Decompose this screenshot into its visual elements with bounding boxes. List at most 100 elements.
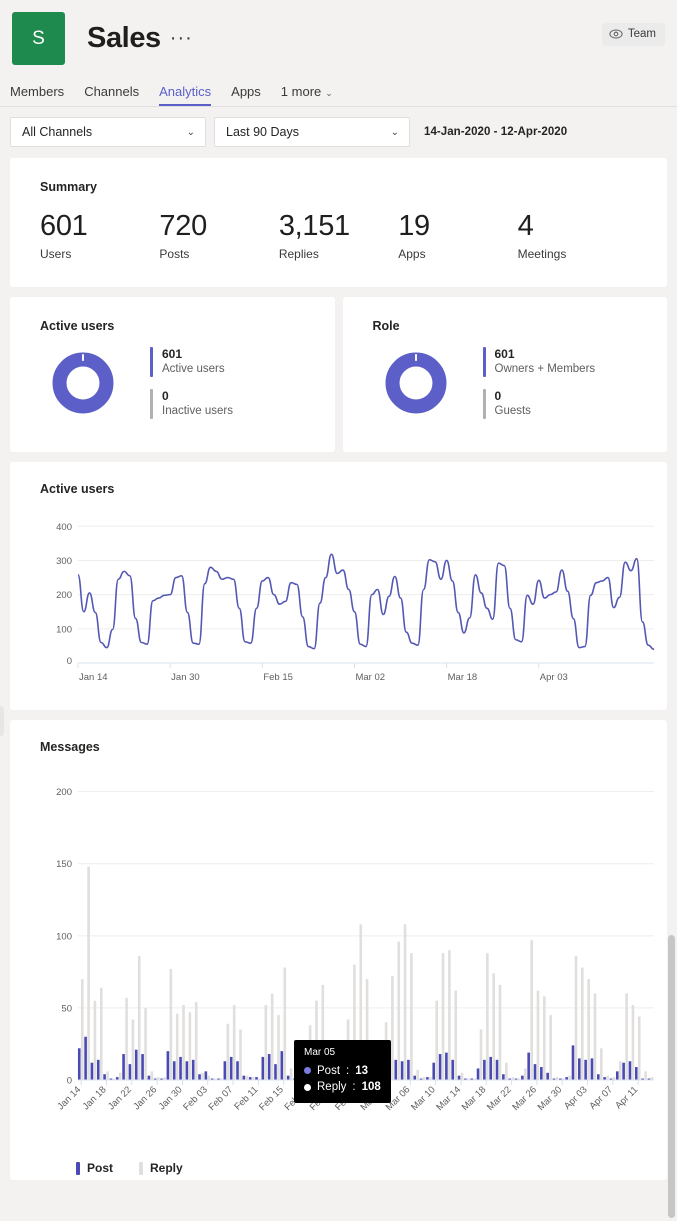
legend-value: 601 (494, 347, 515, 362)
svg-text:200: 200 (56, 788, 72, 799)
date-filter-dropdown[interactable]: Last 90 Days ⌄ (214, 117, 410, 147)
donut-chart-icon (385, 352, 447, 414)
left-rail-indicator (0, 706, 4, 736)
svg-text:Mar 18: Mar 18 (448, 672, 478, 683)
summary-metric-posts: 720 Posts (159, 211, 278, 262)
metric-label: Users (40, 247, 72, 262)
summary-metric-replies: 3,151 Replies (278, 210, 398, 262)
chevron-down-icon: ⌄ (325, 88, 333, 98)
metric-value: 3,151 (278, 210, 350, 242)
legend-value: 601 (162, 347, 183, 362)
svg-text:Mar 26: Mar 26 (510, 1085, 539, 1114)
legend-item-post[interactable]: Post (76, 1161, 113, 1175)
svg-text:Mar 02: Mar 02 (358, 1085, 387, 1114)
svg-text:50: 50 (61, 1004, 72, 1015)
active-users-line-chart[interactable]: 0 100 200 300 400 Jan 14 Jan 30 Feb 15 Mar 02 Mar… (40, 502, 660, 697)
svg-text:Mar 14: Mar 14 (434, 1085, 463, 1114)
channel-filter-value: All Channels (22, 125, 93, 139)
metric-value: 4 (517, 210, 534, 242)
metric-label: Posts (159, 247, 190, 262)
metric-label: Meetings (517, 247, 567, 262)
legend-label: Reply (150, 1161, 183, 1176)
svg-text:400: 400 (56, 522, 72, 533)
svg-text:Jan 14: Jan 14 (55, 1085, 83, 1113)
messages-bar-card: Messages 0 50 100 150 200 Jan 14 Jan 18 Jan 22 J… (10, 720, 667, 1181)
metric-value: 19 (398, 210, 430, 242)
svg-text:Apr 11: Apr 11 (613, 1085, 640, 1112)
svg-text:Jan 30: Jan 30 (157, 1085, 185, 1113)
legend-label: Post (87, 1161, 114, 1176)
role-donut-body: 601 Owners + Members 0 Guests (373, 347, 668, 420)
svg-text:Feb 07: Feb 07 (207, 1085, 236, 1114)
svg-text:Apr 07: Apr 07 (587, 1085, 615, 1113)
svg-text:Feb 03: Feb 03 (181, 1085, 210, 1114)
reply-swatch-icon (139, 1161, 144, 1175)
tab-channels[interactable]: Channels (84, 84, 139, 106)
svg-text:Mar 06: Mar 06 (384, 1085, 413, 1114)
messages-legend: Post Reply (76, 1161, 667, 1175)
filter-bar: All Channels ⌄ Last 90 Days ⌄ 14-Jan-202… (0, 107, 677, 158)
more-options-icon[interactable]: ··· (170, 27, 193, 50)
tab-analytics[interactable]: Analytics (159, 84, 212, 106)
tab-more[interactable]: 1 more ⌄ (281, 84, 333, 106)
tab-label: Analytics (159, 84, 212, 99)
legend-label: Inactive users (162, 405, 233, 418)
svg-text:100: 100 (56, 932, 72, 943)
svg-text:Feb 15: Feb 15 (257, 1085, 286, 1114)
summary-metric-apps: 19 Apps (398, 210, 517, 262)
legend-label: Guests (494, 405, 531, 418)
legend-item-owners-members: 601 Owners + Members (482, 347, 595, 378)
svg-text:Apr 03: Apr 03 (540, 672, 568, 683)
role-donut-card: Role 601 Owners + Members 0 Guests (342, 297, 668, 453)
chevron-down-icon: ⌄ (186, 126, 195, 138)
legend-label: Active users (162, 363, 225, 376)
svg-text:Jan 26: Jan 26 (131, 1085, 159, 1113)
legend-color-bar (482, 347, 486, 378)
messages-bar-chart[interactable]: 0 50 100 150 200 Jan 14Jan 18Jan 22Jan 26Jan … (40, 760, 660, 1150)
legend-item-active-users: 601 Active users (150, 347, 233, 378)
active-users-title: Active users (40, 319, 115, 334)
svg-text:Mar 02: Mar 02 (355, 672, 385, 683)
svg-text:Jan 22: Jan 22 (106, 1085, 134, 1113)
team-badge-label: Team (627, 28, 656, 40)
svg-text:Feb 23: Feb 23 (308, 1085, 337, 1114)
svg-text:200: 200 (56, 591, 72, 602)
svg-text:Mar 10: Mar 10 (409, 1085, 438, 1114)
post-swatch-icon (76, 1161, 80, 1175)
channel-filter-dropdown[interactable]: All Channels ⌄ (10, 117, 206, 147)
active-users-donut-body: 601 Active users 0 Inactive users (40, 347, 335, 420)
tab-label: Members (10, 84, 65, 99)
svg-text:Feb 15: Feb 15 (263, 672, 293, 683)
tab-apps[interactable]: Apps (231, 84, 261, 106)
svg-text:Feb 27: Feb 27 (333, 1085, 362, 1114)
legend-item-reply[interactable]: Reply (139, 1161, 183, 1175)
bar-chart-title: Messages (40, 740, 100, 755)
page-scrollbar[interactable] (668, 935, 675, 1220)
svg-text:Mar 18: Mar 18 (460, 1085, 489, 1114)
line-chart-title: Active users (40, 482, 115, 497)
donut-card-row: Active users 601 Active users 0 Inactive… (10, 297, 668, 453)
legend-item-inactive-users: 0 Inactive users (150, 389, 233, 420)
tab-label: Channels (84, 84, 140, 99)
scrollbar-thumb[interactable] (668, 935, 675, 1218)
role-title: Role (372, 319, 400, 334)
team-header: S Sales ··· Team (0, 0, 677, 74)
date-filter-value: Last 90 Days (226, 125, 299, 139)
legend-value: 0 (162, 389, 169, 404)
team-avatar: S (12, 12, 65, 65)
svg-text:Jan 14: Jan 14 (79, 672, 108, 683)
svg-text:Feb 19: Feb 19 (282, 1085, 311, 1114)
legend-item-guests: 0 Guests (482, 389, 596, 420)
active-users-donut-card: Active users 601 Active users 0 Inactive… (10, 297, 335, 453)
eye-icon (609, 27, 623, 41)
active-users-legend: 601 Active users 0 Inactive users (150, 347, 233, 420)
tab-members[interactable]: Members (10, 84, 64, 106)
role-legend: 601 Owners + Members 0 Guests (482, 347, 596, 420)
chevron-down-icon: ⌄ (390, 126, 399, 138)
tab-label: 1 more (280, 84, 322, 99)
legend-color-bar (150, 389, 153, 420)
team-type-badge: Team (601, 23, 665, 46)
svg-text:Mar 22: Mar 22 (485, 1085, 514, 1114)
summary-card: Summary 601 Users 720 Posts 3,151 Replie… (10, 158, 667, 288)
svg-text:Apr 03: Apr 03 (562, 1085, 590, 1113)
